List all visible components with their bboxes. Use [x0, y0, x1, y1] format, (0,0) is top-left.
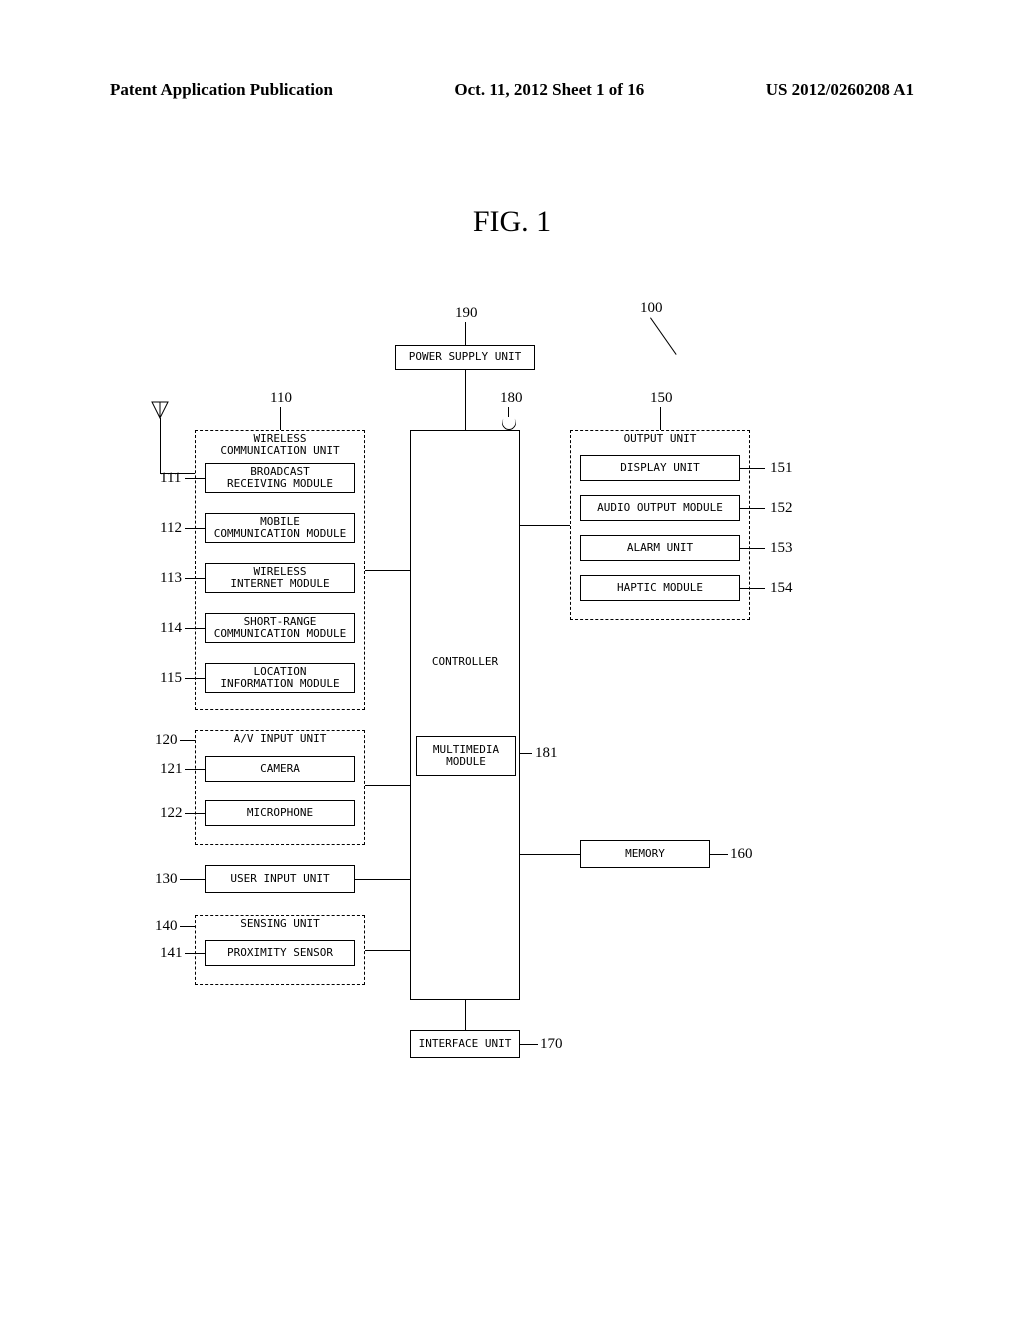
location-block: LOCATION INFORMATION MODULE — [205, 663, 355, 693]
microphone-block: MICROPHONE — [205, 800, 355, 826]
antenna-icon — [150, 400, 170, 420]
ref-120: 120 — [155, 732, 178, 749]
ref-154: 154 — [770, 580, 793, 597]
ref-100: 100 — [640, 300, 663, 317]
figure-title: FIG. 1 — [0, 205, 1024, 239]
memory-block: MEMORY — [580, 840, 710, 868]
display-block: DISPLAY UNIT — [580, 455, 740, 481]
ref-160: 160 — [730, 846, 753, 863]
ref-140: 140 — [155, 918, 178, 935]
av-input-group: A/V INPUT UNIT — [195, 730, 365, 845]
wireless-comm-title: WIRELESS COMMUNICATION UNIT — [196, 433, 364, 457]
ref-181: 181 — [535, 745, 558, 762]
multimedia-block: MULTIMEDIA MODULE — [416, 736, 516, 776]
audio-output-block: AUDIO OUTPUT MODULE — [580, 495, 740, 521]
ref-115: 115 — [160, 670, 182, 687]
ref-170: 170 — [540, 1036, 563, 1053]
mobile-comm-block: MOBILE COMMUNICATION MODULE — [205, 513, 355, 543]
ref-180: 180 — [500, 390, 523, 407]
ref-111: 111 — [160, 470, 181, 487]
sensing-unit-title: SENSING UNIT — [196, 918, 364, 930]
ref-110: 110 — [270, 390, 292, 407]
controller-block: CONTROLLER MULTIMEDIA MODULE — [410, 430, 520, 1000]
ref-151: 151 — [770, 460, 793, 477]
short-range-block: SHORT-RANGE COMMUNICATION MODULE — [205, 613, 355, 643]
ref-141: 141 — [160, 945, 183, 962]
ref-113: 113 — [160, 570, 182, 587]
ref-150: 150 — [650, 390, 673, 407]
wireless-internet-block: WIRELESS INTERNET MODULE — [205, 563, 355, 593]
block-diagram: POWER SUPPLY UNIT 190 100 CONTROLLER MUL… — [130, 300, 880, 1080]
camera-block: CAMERA — [205, 756, 355, 782]
header-right: US 2012/0260208 A1 — [766, 80, 914, 100]
ref-112: 112 — [160, 520, 182, 537]
interface-block: INTERFACE UNIT — [410, 1030, 520, 1058]
haptic-block: HAPTIC MODULE — [580, 575, 740, 601]
proximity-block: PROXIMITY SENSOR — [205, 940, 355, 966]
controller-label: CONTROLLER — [411, 656, 519, 668]
user-input-block: USER INPUT UNIT — [205, 865, 355, 893]
ref-153: 153 — [770, 540, 793, 557]
av-input-title: A/V INPUT UNIT — [196, 733, 364, 745]
ref-122: 122 — [160, 805, 183, 822]
ref-114: 114 — [160, 620, 182, 637]
broadcast-block: BROADCAST RECEIVING MODULE — [205, 463, 355, 493]
power-supply-block: POWER SUPPLY UNIT — [395, 345, 535, 370]
output-unit-title: OUTPUT UNIT — [571, 433, 749, 445]
ref-152: 152 — [770, 500, 793, 517]
alarm-block: ALARM UNIT — [580, 535, 740, 561]
ref-130: 130 — [155, 871, 178, 888]
ref-190: 190 — [455, 305, 478, 322]
ref-121: 121 — [160, 761, 183, 778]
header-left: Patent Application Publication — [110, 80, 333, 100]
header-middle: Oct. 11, 2012 Sheet 1 of 16 — [454, 80, 644, 100]
